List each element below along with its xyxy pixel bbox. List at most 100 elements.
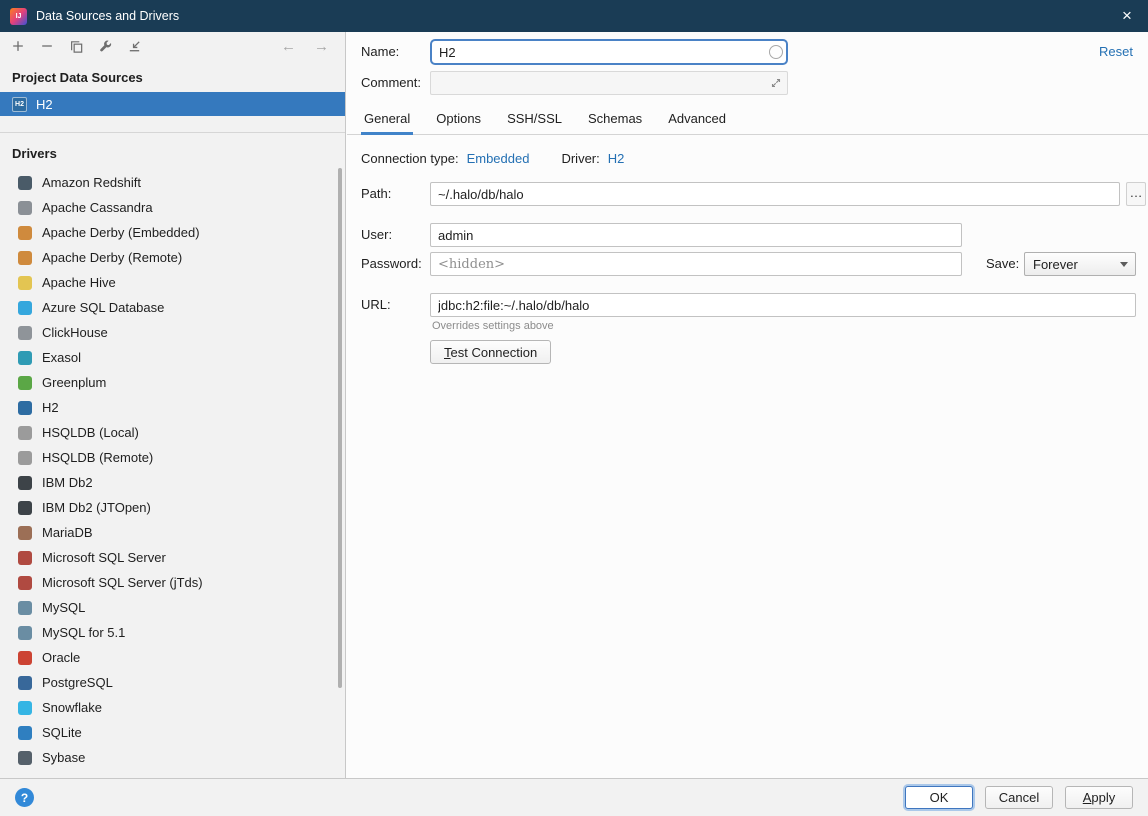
h2-database-icon: H2 (12, 97, 27, 112)
driver-label: Amazon Redshift (42, 175, 141, 190)
database-driver-icon (18, 701, 32, 715)
driver-properties-wrench-icon[interactable] (97, 38, 113, 54)
ok-button[interactable]: OK (905, 786, 973, 809)
driver-item[interactable]: HSQLDB (Local) (0, 420, 345, 445)
url-hint-text: Overrides settings above (432, 320, 554, 332)
driver-label: SQLite (42, 725, 82, 740)
driver-item[interactable]: Amazon Redshift (0, 170, 345, 195)
driver-label: IBM Db2 (42, 475, 93, 490)
driver-item[interactable]: MySQL (0, 595, 345, 620)
driver-label: H2 (42, 400, 59, 415)
database-driver-icon (18, 301, 32, 315)
driver-label: Apache Derby (Remote) (42, 250, 182, 265)
database-driver-icon (18, 576, 32, 590)
drivers-list: Amazon Redshift Apache Cassandra Apache … (0, 170, 345, 770)
tab[interactable]: SSH/SSL (494, 104, 575, 134)
driver-label: Snowflake (42, 700, 102, 715)
database-driver-icon (18, 726, 32, 740)
save-dropdown[interactable]: Forever (1024, 252, 1136, 276)
duplicate-icon[interactable] (68, 38, 84, 54)
apply-button[interactable]: Apply (1065, 786, 1133, 809)
driver-label: Microsoft SQL Server (42, 550, 166, 565)
password-input[interactable] (430, 252, 962, 276)
driver-item[interactable]: Apache Derby (Embedded) (0, 220, 345, 245)
user-input[interactable] (430, 223, 962, 247)
driver-value-link[interactable]: H2 (608, 151, 625, 166)
driver-item[interactable]: IBM Db2 (JTOpen) (0, 495, 345, 520)
driver-label: Apache Cassandra (42, 200, 153, 215)
tab[interactable]: General (351, 104, 423, 134)
database-driver-icon (18, 201, 32, 215)
url-input[interactable] (430, 293, 1136, 317)
forward-icon[interactable]: → (314, 38, 329, 55)
driver-label: Apache Derby (Embedded) (42, 225, 200, 240)
apply-label: Apply (1083, 790, 1116, 805)
tab[interactable]: Options (423, 104, 494, 134)
sidebar-scrollbar[interactable] (338, 168, 342, 688)
footer-bar: ? OK Cancel Apply (0, 778, 1148, 816)
reset-link[interactable]: Reset (1099, 44, 1133, 59)
comment-input[interactable] (430, 71, 788, 95)
import-icon[interactable] (126, 38, 142, 54)
driver-item[interactable]: Sybase (0, 745, 345, 770)
connection-type-row: Connection type: Embedded Driver: H2 (361, 151, 624, 166)
sidebar-toolbar: ← → (0, 32, 345, 60)
tab[interactable]: Schemas (575, 104, 655, 134)
add-icon[interactable] (10, 38, 26, 54)
title-bar: IJ Data Sources and Drivers × (0, 0, 1148, 32)
connection-type-label: Connection type: (361, 151, 459, 166)
driver-item[interactable]: Microsoft SQL Server (jTds) (0, 570, 345, 595)
driver-item[interactable]: H2 (0, 395, 345, 420)
tab[interactable]: Advanced (655, 104, 739, 134)
driver-item[interactable]: Exasol (0, 345, 345, 370)
driver-item[interactable]: Snowflake (0, 695, 345, 720)
database-driver-icon (18, 251, 32, 265)
test-connection-label: Test Connection (444, 345, 537, 360)
database-driver-icon (18, 551, 32, 565)
browse-button[interactable]: … (1126, 182, 1146, 206)
database-driver-icon (18, 676, 32, 690)
driver-label: Azure SQL Database (42, 300, 164, 315)
connection-type-value-link[interactable]: Embedded (467, 151, 530, 166)
driver-item[interactable]: Apache Hive (0, 270, 345, 295)
close-icon[interactable]: × (1106, 0, 1148, 32)
help-icon[interactable]: ? (15, 788, 34, 807)
driver-item[interactable]: MariaDB (0, 520, 345, 545)
database-driver-icon (18, 476, 32, 490)
driver-item[interactable]: IBM Db2 (0, 470, 345, 495)
driver-item[interactable]: Azure SQL Database (0, 295, 345, 320)
database-driver-icon (18, 276, 32, 290)
driver-item[interactable]: Microsoft SQL Server (0, 545, 345, 570)
test-connection-button[interactable]: Test Connection (430, 340, 551, 364)
database-driver-icon (18, 451, 32, 465)
name-label: Name: (361, 44, 399, 59)
driver-item[interactable]: MySQL for 5.1 (0, 620, 345, 645)
driver-item[interactable]: Apache Derby (Remote) (0, 245, 345, 270)
chevron-down-icon (1120, 262, 1128, 267)
driver-item[interactable]: HSQLDB (Remote) (0, 445, 345, 470)
driver-label: Apache Hive (42, 275, 116, 290)
driver-item[interactable]: Greenplum (0, 370, 345, 395)
main-panel: Name: Reset Comment: General Options SSH… (347, 32, 1148, 778)
sidebar: ← → Project Data Sources H2 H2 Drivers A… (0, 32, 346, 778)
driver-item[interactable]: Apache Cassandra (0, 195, 345, 220)
cancel-button[interactable]: Cancel (985, 786, 1053, 809)
path-input[interactable] (430, 182, 1120, 206)
driver-label: IBM Db2 (JTOpen) (42, 500, 151, 515)
driver-item[interactable]: Oracle (0, 645, 345, 670)
expand-icon[interactable] (770, 77, 782, 92)
back-icon[interactable]: ← (281, 38, 296, 55)
name-input[interactable] (430, 39, 788, 65)
driver-label: PostgreSQL (42, 675, 113, 690)
driver-item[interactable]: PostgreSQL (0, 670, 345, 695)
driver-item[interactable]: SQLite (0, 720, 345, 745)
database-driver-icon (18, 326, 32, 340)
database-driver-icon (18, 226, 32, 240)
driver-item[interactable]: ClickHouse (0, 320, 345, 345)
data-source-item-h2[interactable]: H2 H2 (0, 92, 345, 116)
save-dropdown-value: Forever (1033, 257, 1078, 272)
spacer (537, 151, 553, 166)
remove-icon[interactable] (39, 38, 55, 54)
window-title: Data Sources and Drivers (36, 9, 179, 23)
driver-label: MySQL for 5.1 (42, 625, 125, 640)
